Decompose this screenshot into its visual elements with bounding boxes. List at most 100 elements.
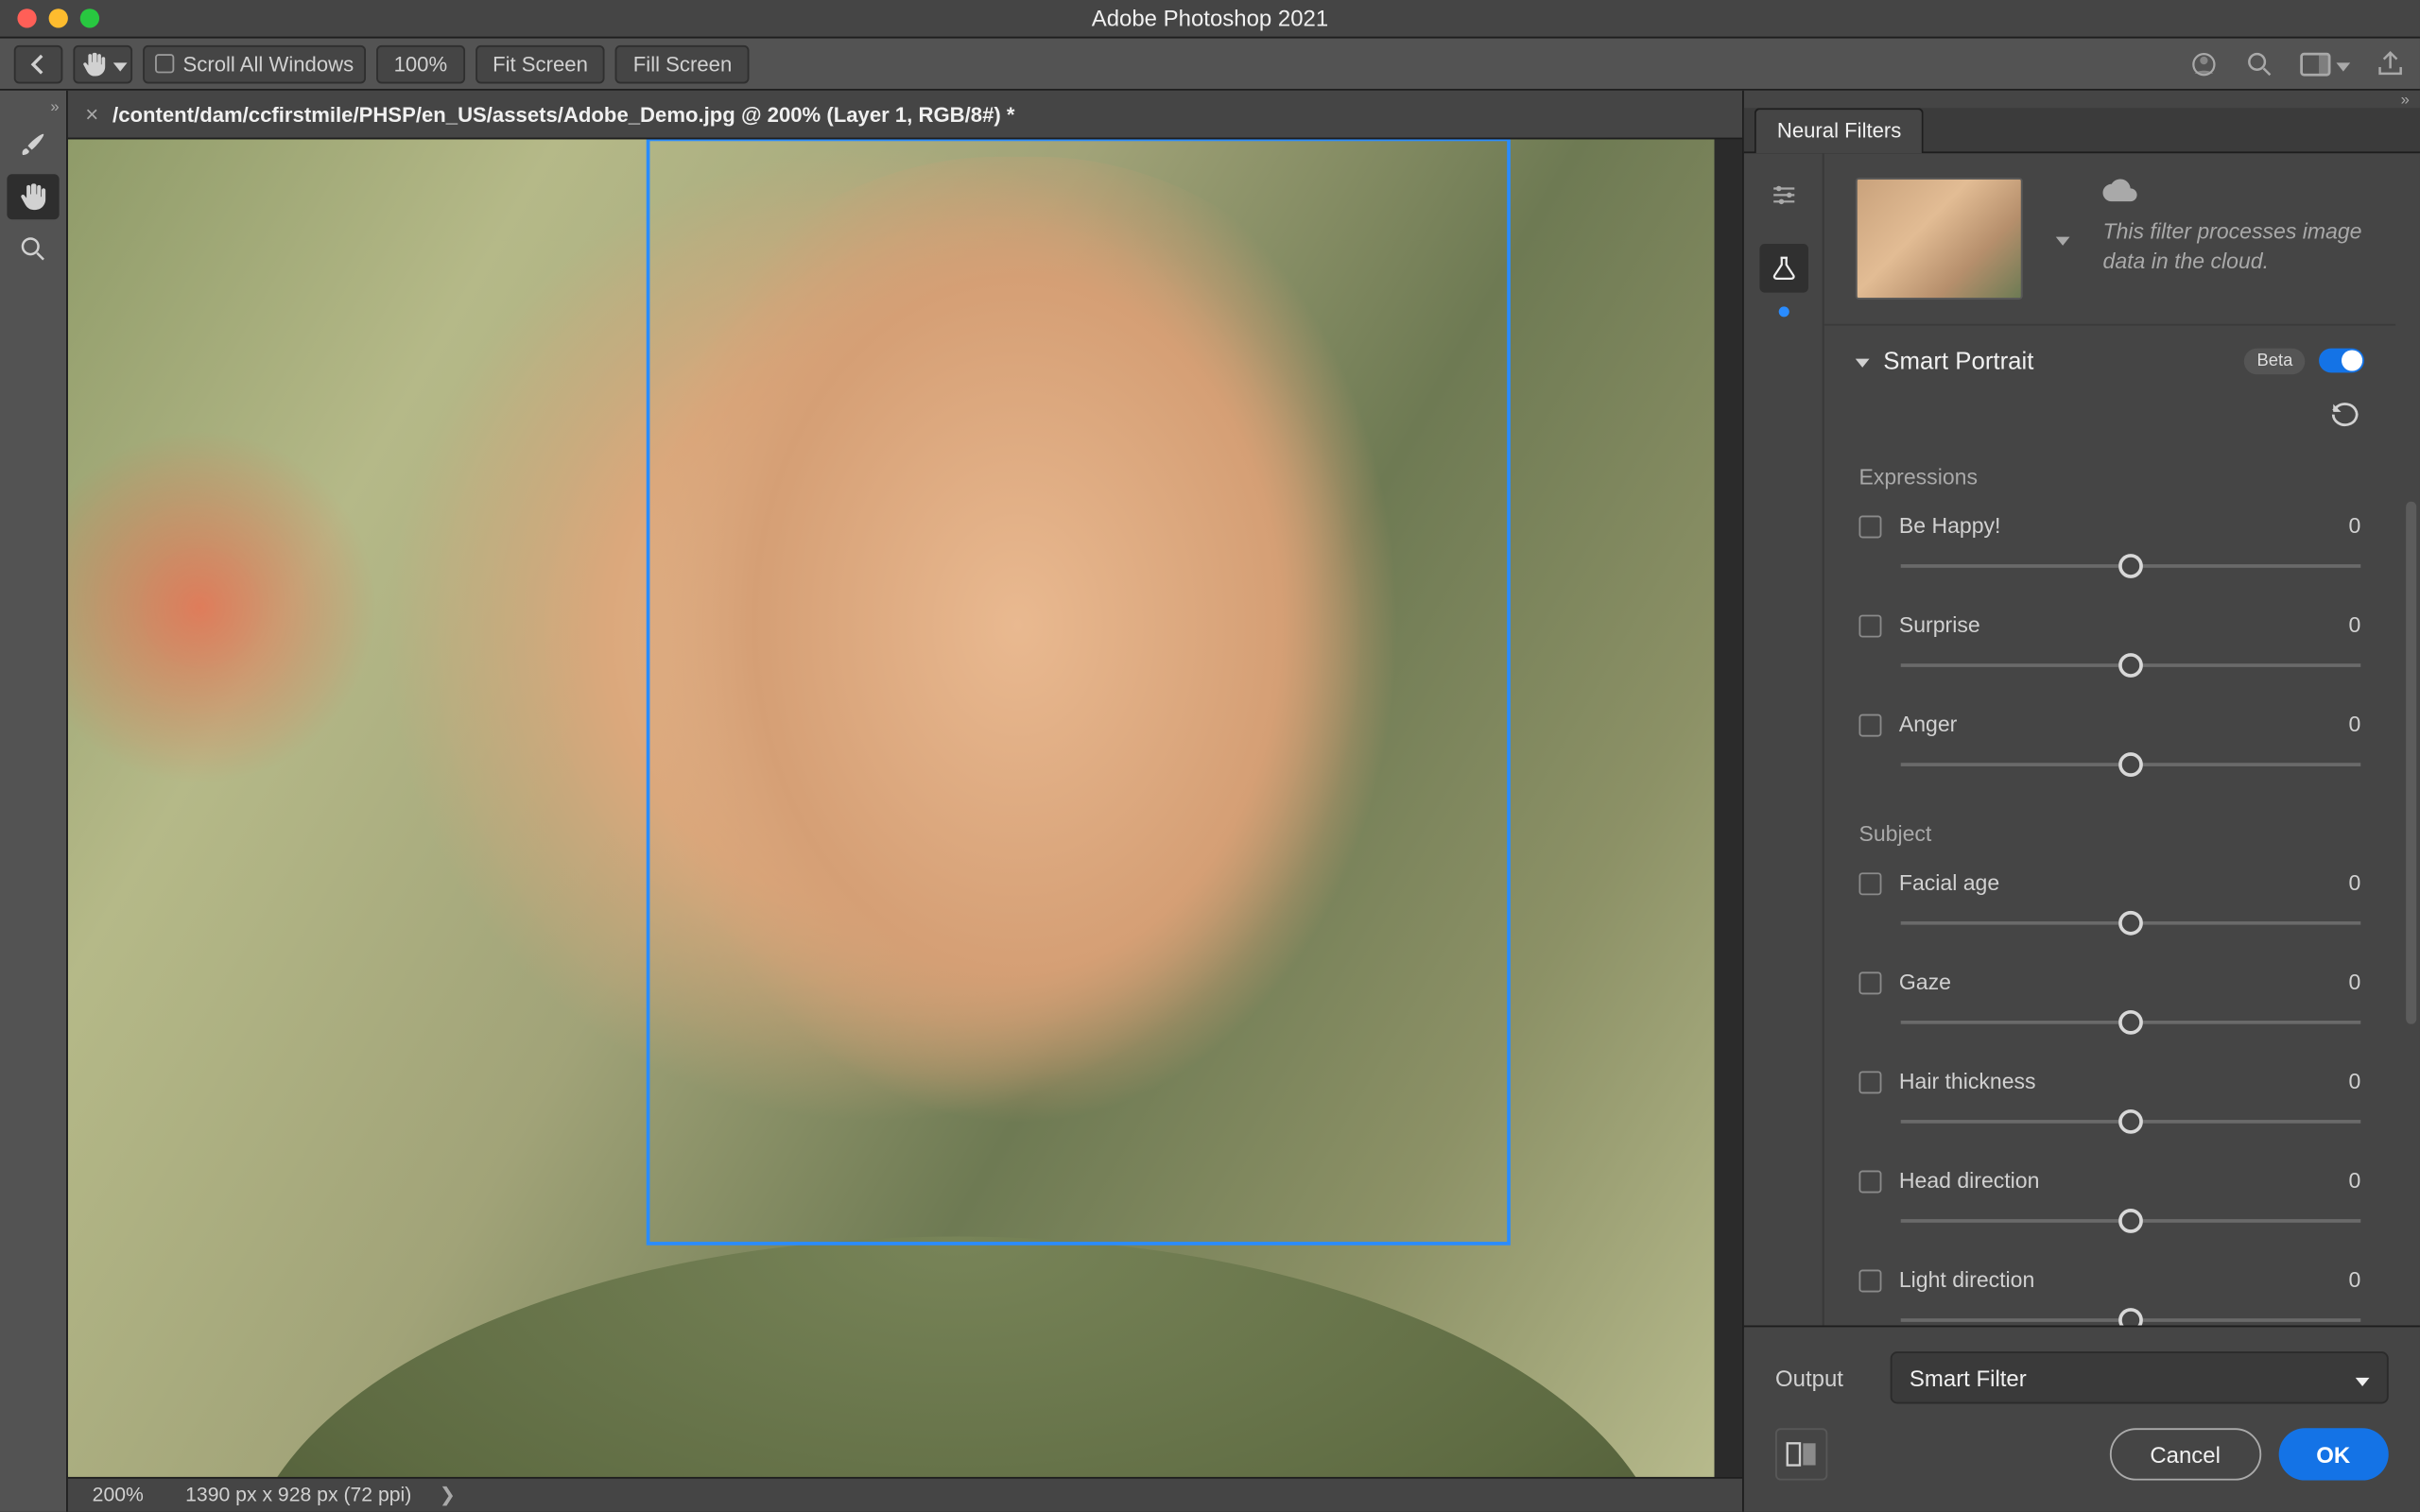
hand-tool[interactable] — [7, 174, 59, 219]
be-happy-checkbox[interactable] — [1858, 515, 1881, 538]
hand-tool-preset[interactable] — [73, 44, 132, 83]
chevron-down-icon[interactable] — [1856, 349, 1870, 373]
share-icon[interactable] — [2375, 48, 2406, 79]
reset-icon[interactable] — [2329, 403, 2360, 427]
gaze-value: 0 — [2348, 971, 2360, 995]
fill-screen-button[interactable]: Fill Screen — [615, 44, 749, 83]
light-direction-label: Light direction — [1899, 1268, 2349, 1293]
cloud-note: This filter processes image data in the … — [2103, 178, 2364, 300]
compare-icon — [1786, 1440, 1817, 1468]
light-direction-value: 0 — [2348, 1268, 2360, 1293]
canvas-column: × /content/dam/ccfirstmile/PHSP/en_US/as… — [68, 91, 1742, 1512]
group-subject-label: Subject — [1824, 798, 2396, 857]
param-facial-age: Facial age 0 — [1824, 857, 2396, 956]
surprise-slider[interactable] — [1901, 653, 2361, 678]
cloud-icon — [2103, 178, 2138, 202]
surprise-label: Surprise — [1899, 613, 2349, 638]
param-anger: Anger 0 — [1824, 698, 2396, 798]
main-area: » × /content/dam/ccfirstmile/PHSP/en_US/… — [0, 91, 2420, 1512]
canvas[interactable] — [68, 139, 1742, 1476]
cloud-note-text: This filter processes image data in the … — [2103, 217, 2364, 277]
face-picker[interactable] — [2044, 178, 2083, 300]
param-be-happy: Be Happy! 0 — [1824, 500, 2396, 599]
search-icon[interactable] — [2244, 48, 2275, 79]
chevron-down-icon — [2356, 1365, 2370, 1391]
brush-tool[interactable] — [7, 122, 59, 167]
scroll-all-label: Scroll All Windows — [183, 51, 354, 76]
gaze-label: Gaze — [1899, 971, 2349, 995]
head-direction-checkbox[interactable] — [1858, 1170, 1881, 1193]
param-surprise: Surprise 0 — [1824, 599, 2396, 698]
reset-row — [1824, 395, 2396, 440]
zoom-tool[interactable] — [7, 227, 59, 272]
panel-scroll: This filter processes image data in the … — [1824, 153, 2396, 1325]
workspace-switcher[interactable] — [2300, 51, 2350, 76]
status-more-icon[interactable]: ❯ — [440, 1484, 456, 1506]
gaze-slider[interactable] — [1901, 1010, 2361, 1035]
footer-buttons: Cancel OK — [1775, 1428, 2389, 1480]
zoom-100-button[interactable]: 100% — [376, 44, 464, 83]
home-back-button[interactable] — [14, 44, 63, 83]
filter-enable-toggle[interactable] — [2319, 349, 2364, 373]
facial-age-label: Facial age — [1899, 871, 2349, 896]
facial-age-slider[interactable] — [1901, 911, 2361, 936]
status-bar: 200% 1390 px x 928 px (72 ppi) ❯ — [68, 1477, 1742, 1512]
output-value: Smart Filter — [1910, 1365, 2027, 1391]
chevron-down-icon — [2336, 51, 2350, 76]
hair-thickness-slider[interactable] — [1901, 1109, 2361, 1134]
facial-age-checkbox[interactable] — [1858, 871, 1881, 894]
before-after-toggle[interactable] — [1775, 1428, 1827, 1480]
fit-screen-button[interactable]: Fit Screen — [475, 44, 606, 83]
panel-tabs: Neural Filters — [1744, 108, 2420, 153]
group-expressions-label: Expressions — [1824, 440, 2396, 500]
beta-badge: Beta — [2245, 348, 2306, 374]
light-direction-checkbox[interactable] — [1858, 1269, 1881, 1292]
anger-checkbox[interactable] — [1858, 713, 1881, 736]
beta-category[interactable] — [1759, 244, 1808, 293]
output-dropdown[interactable]: Smart Filter — [1891, 1351, 2389, 1403]
anger-slider[interactable] — [1901, 752, 2361, 777]
toolbar-expand[interactable]: » — [0, 97, 66, 114]
document-tab[interactable]: × /content/dam/ccfirstmile/PHSP/en_US/as… — [68, 91, 1742, 140]
options-bar-right — [2188, 48, 2406, 79]
param-head-direction: Head direction 0 — [1824, 1155, 2396, 1254]
cancel-button[interactable]: Cancel — [2110, 1428, 2260, 1480]
adjustments-category[interactable] — [1759, 171, 1808, 220]
be-happy-value: 0 — [2348, 514, 2360, 539]
head-direction-slider[interactable] — [1901, 1209, 2361, 1233]
close-tab-icon[interactable]: × — [85, 101, 98, 128]
panel-scrollbar[interactable] — [2406, 502, 2416, 1024]
surprise-value: 0 — [2348, 613, 2360, 638]
status-zoom[interactable]: 200% — [93, 1485, 144, 1505]
anger-value: 0 — [2348, 713, 2360, 737]
brush-icon — [17, 129, 48, 160]
param-hair-thickness: Hair thickness 0 — [1824, 1056, 2396, 1155]
panel-expand[interactable]: » — [1744, 91, 2420, 108]
filter-header: Smart Portrait Beta — [1824, 326, 2396, 396]
hair-thickness-value: 0 — [2348, 1070, 2360, 1094]
workspace-icon — [2300, 51, 2331, 76]
scroll-all-windows-checkbox[interactable]: Scroll All Windows — [143, 44, 366, 83]
face-detection-rect — [648, 139, 1509, 1243]
ok-button[interactable]: OK — [2278, 1428, 2389, 1480]
cloud-sync-icon[interactable] — [2188, 48, 2220, 79]
magnifier-icon — [17, 233, 48, 265]
output-label: Output — [1775, 1365, 1862, 1391]
neural-filters-tab[interactable]: Neural Filters — [1754, 108, 1924, 153]
title-bar: Adobe Photoshop 2021 — [0, 0, 2420, 39]
hair-thickness-checkbox[interactable] — [1858, 1071, 1881, 1093]
be-happy-label: Be Happy! — [1899, 514, 2349, 539]
hand-icon — [79, 50, 107, 77]
face-thumbnail[interactable] — [1856, 178, 2023, 300]
filter-info: This filter processes image data in the … — [1824, 153, 2396, 325]
light-direction-slider[interactable] — [1901, 1308, 2361, 1325]
app-window: Adobe Photoshop 2021 Scroll All Windows … — [0, 0, 2420, 1512]
gaze-checkbox[interactable] — [1858, 971, 1881, 993]
head-direction-label: Head direction — [1899, 1169, 2349, 1194]
be-happy-slider[interactable] — [1901, 554, 2361, 578]
active-indicator-icon — [1778, 306, 1789, 317]
surprise-checkbox[interactable] — [1858, 614, 1881, 637]
panel-footer: Output Smart Filter Cancel OK — [1744, 1326, 2420, 1512]
subject-shirt — [242, 1237, 1670, 1477]
chevron-down-icon — [2056, 227, 2070, 251]
